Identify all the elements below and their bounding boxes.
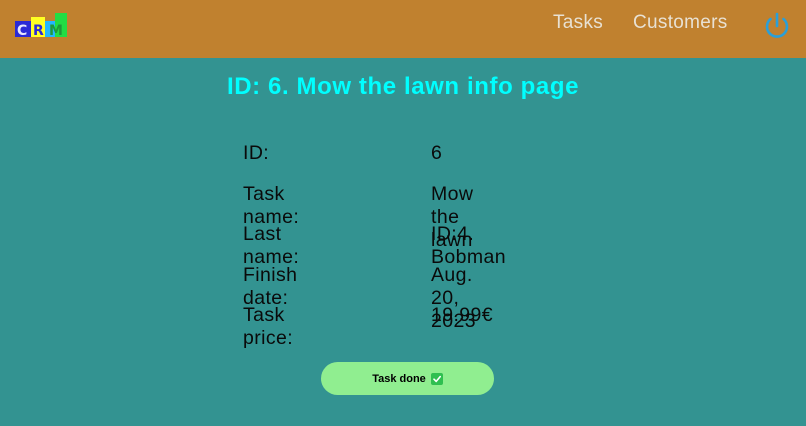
task-done-label: Task done <box>372 372 426 385</box>
nav-tasks-link[interactable]: Tasks <box>553 12 603 34</box>
detail-label: Finish date: <box>243 263 298 309</box>
crm-logo[interactable]: C R M <box>15 13 67 37</box>
detail-value: ID:4. Bobman <box>431 223 507 268</box>
top-navbar: C R M Tasks Customers <box>0 0 806 58</box>
detail-value: 19.99€ <box>431 304 494 326</box>
detail-label: Last name: <box>243 223 300 268</box>
detail-label: Task name: <box>243 182 300 228</box>
power-icon[interactable] <box>762 10 792 40</box>
detail-label: Task price: <box>243 304 294 349</box>
detail-label: ID: <box>243 142 270 164</box>
nav-customers-link[interactable]: Customers <box>633 12 728 34</box>
svg-text:M: M <box>49 23 63 37</box>
check-box-icon <box>430 372 443 385</box>
page-title: ID: 6. Mow the lawn info page <box>226 73 580 100</box>
svg-text:R: R <box>33 23 44 37</box>
task-done-button[interactable]: Task done <box>321 362 494 395</box>
detail-value: 6 <box>431 142 443 164</box>
svg-text:C: C <box>17 23 27 37</box>
